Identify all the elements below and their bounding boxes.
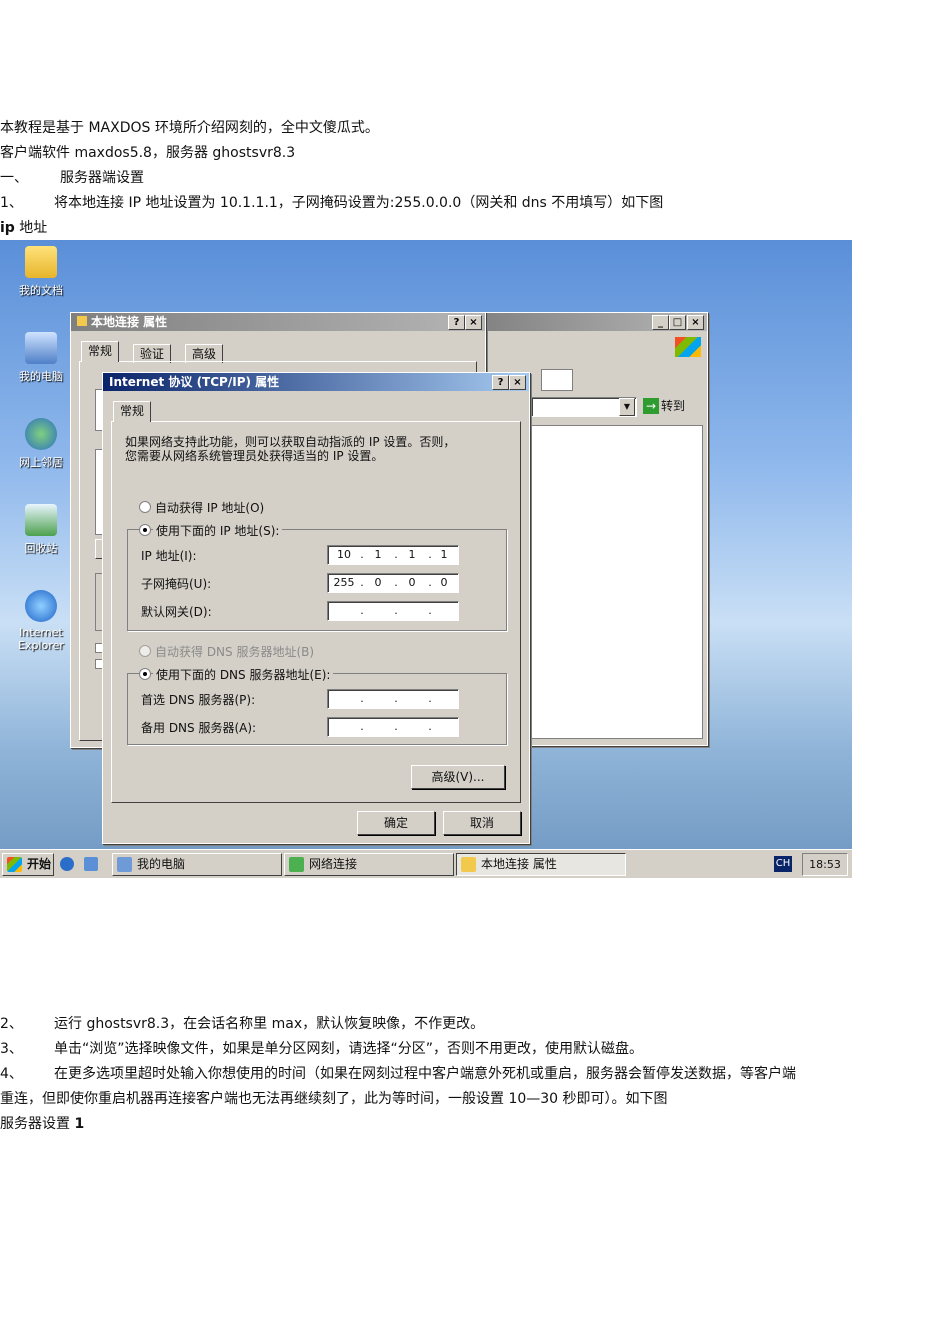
desktop-screenshot: 我的文档 我的电脑 网上邻居 回收站 Internet Explorer _ □… bbox=[0, 240, 852, 878]
task-my-computer[interactable]: 我的电脑 bbox=[112, 853, 282, 876]
auto-ip-label: 自动获得 IP 地址(O) bbox=[155, 501, 265, 515]
figure-caption-server: 服务器设置 1 bbox=[0, 1116, 85, 1132]
intro-line: 本教程是基于 MAXDOS 环境所介绍网刻的，全中文傻瓜式。 bbox=[0, 120, 379, 136]
windows-logo-icon bbox=[675, 337, 701, 357]
local-connection-titlebar: 本地连接 属性 ? × bbox=[71, 313, 485, 331]
step-4: 4、 在更多选项里超时处输入你想使用的时间（如果在网刻过程中客户端意外死机或重启，… bbox=[0, 1066, 796, 1082]
desktop-icon-network[interactable]: 网上邻居 bbox=[9, 418, 73, 470]
taskbar: 开始 我的电脑 网络连接 本地连接 属性 CH 18:53 bbox=[0, 849, 852, 878]
ok-button[interactable]: 确定 bbox=[357, 811, 435, 835]
step-3: 3、 单击“浏览”选择映像文件，如果是单分区网刻，请选择“分区”，否则不用更改，使… bbox=[0, 1041, 644, 1057]
tab-general[interactable]: 常规 bbox=[81, 341, 120, 362]
step-1: 1、 将本地连接 IP 地址设置为 10.1.1.1，子网掩码设置为:255.0.… bbox=[0, 195, 664, 211]
ip-address-field[interactable]: 10. 1. 1. 1 bbox=[327, 545, 459, 565]
show-desktop-icon[interactable] bbox=[84, 857, 98, 871]
tcpip-dialog: Internet 协议 (TCP/IP) 属性 ? × 常规 如果网络支持此功能… bbox=[102, 372, 530, 844]
chevron-down-icon[interactable]: ▼ bbox=[619, 398, 635, 416]
network-icon bbox=[77, 316, 87, 326]
computer-icon bbox=[117, 857, 132, 872]
subnet-mask-label: 子网掩码(U): bbox=[141, 577, 212, 591]
tab-general[interactable]: 常规 bbox=[113, 401, 152, 422]
gateway-field[interactable]: ... bbox=[327, 601, 459, 621]
manual-ip-label: 使用下面的 IP 地址(S): bbox=[153, 522, 283, 539]
tcpip-titlebar: Internet 协议 (TCP/IP) 属性 ? × bbox=[103, 373, 529, 391]
description-line-2: 您需要从网络系统管理员处获得适当的 IP 设置。 bbox=[125, 449, 384, 463]
network-icon bbox=[25, 418, 57, 450]
subnet-mask-field[interactable]: 255. 0. 0. 0 bbox=[327, 573, 459, 593]
explorer-content bbox=[531, 425, 703, 739]
desktop-icon-recycle-bin[interactable]: 回收站 bbox=[9, 504, 73, 556]
desktop-icon-my-computer[interactable]: 我的电脑 bbox=[9, 332, 73, 384]
close-button[interactable]: × bbox=[465, 315, 482, 330]
clock: 18:53 bbox=[802, 853, 848, 876]
manual-ip-radio[interactable] bbox=[139, 524, 151, 536]
view-menu-icon[interactable] bbox=[541, 369, 573, 391]
cancel-button[interactable]: 取消 bbox=[443, 811, 521, 835]
manual-dns-label: 使用下面的 DNS 服务器地址(E): bbox=[153, 666, 334, 683]
auto-dns-label: 自动获得 DNS 服务器地址(B) bbox=[155, 645, 315, 659]
close-button[interactable]: × bbox=[509, 375, 526, 390]
desktop-icon-my-documents[interactable]: 我的文档 bbox=[9, 246, 73, 298]
ip-address-label: IP 地址(I): bbox=[141, 549, 197, 563]
explorer-titlebar: _ □ × bbox=[471, 313, 707, 331]
network-icon bbox=[289, 857, 304, 872]
figure-caption-ip: ip 地址 bbox=[0, 220, 48, 236]
manual-dns-radio[interactable] bbox=[139, 668, 151, 680]
go-arrow-icon: → bbox=[643, 398, 659, 414]
section-heading: 一、 服务器端设置 bbox=[0, 170, 144, 186]
task-local-connection-properties[interactable]: 本地连接 属性 bbox=[456, 853, 626, 876]
windows-logo-icon bbox=[7, 857, 22, 872]
alternate-dns-field[interactable]: ... bbox=[327, 717, 459, 737]
software-line: 客户端软件 maxdos5.8，服务器 ghostsvr8.3 bbox=[0, 145, 296, 161]
computer-icon bbox=[25, 332, 57, 364]
minimize-icon[interactable]: _ bbox=[652, 315, 669, 330]
help-button[interactable]: ? bbox=[448, 315, 465, 330]
recycle-bin-icon bbox=[25, 504, 57, 536]
advanced-button[interactable]: 高级(V)... bbox=[411, 765, 505, 789]
start-button[interactable]: 开始 bbox=[2, 853, 54, 876]
step-4-continued: 重连，但即使你重启机器再连接客户端也无法再继续刻了，此为等时间，一般设置 10—… bbox=[0, 1091, 668, 1107]
help-button[interactable]: ? bbox=[492, 375, 509, 390]
preferred-dns-field[interactable]: ... bbox=[327, 689, 459, 709]
gateway-label: 默认网关(D): bbox=[141, 605, 212, 619]
close-icon[interactable]: × bbox=[687, 315, 704, 330]
maximize-icon[interactable]: □ bbox=[669, 315, 686, 330]
folder-icon bbox=[25, 246, 57, 278]
network-icon bbox=[461, 857, 476, 872]
alternate-dns-label: 备用 DNS 服务器(A): bbox=[141, 721, 257, 735]
preferred-dns-label: 首选 DNS 服务器(P): bbox=[141, 693, 256, 707]
step-2: 2、 运行 ghostsvr8.3，在会话名称里 max，默认恢复映像，不作更改。 bbox=[0, 1016, 485, 1032]
task-network-connections[interactable]: 网络连接 bbox=[284, 853, 454, 876]
go-button[interactable]: → 转到 bbox=[643, 397, 685, 414]
desktop-icon-ie[interactable]: Internet Explorer bbox=[9, 590, 73, 652]
internet-explorer-icon bbox=[25, 590, 57, 622]
internet-explorer-icon[interactable] bbox=[60, 857, 74, 871]
auto-dns-radio[interactable] bbox=[139, 645, 151, 657]
auto-ip-radio[interactable] bbox=[139, 501, 151, 513]
language-indicator[interactable]: CH bbox=[774, 856, 792, 872]
